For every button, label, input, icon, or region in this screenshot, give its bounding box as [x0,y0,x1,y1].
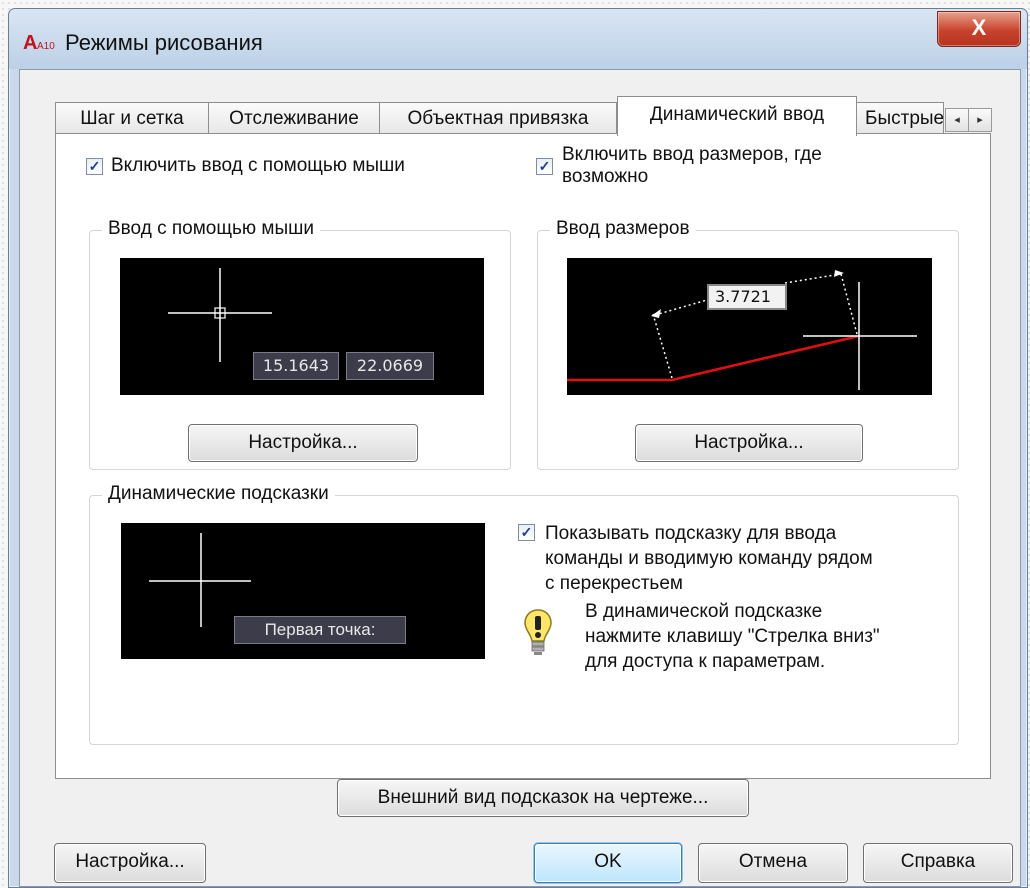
mouse-input-checkbox-label[interactable]: Включить ввод с помощью мыши [111,155,405,177]
hint-line3: для доступа к параметрам. [585,651,826,672]
svg-text:A: A [23,32,37,53]
dynamic-prompts-preview: Первая точка: [121,523,485,659]
lightbulb-info-icon [524,609,552,655]
app-icon-label: A10 [37,41,55,52]
mouse-input-preview: 15.1643 22.0669 [120,258,484,395]
autocad-app-icon: A A10 [23,32,55,53]
tab-tracking[interactable]: Отслеживание [208,102,380,134]
show-prompts-label-line2: команды и вводимую команду рядом [545,548,873,569]
tab-quick-properties[interactable]: Быстрые [856,102,944,134]
help-button[interactable]: Справка [863,843,1013,883]
tab-scroll-left-icon[interactable]: ◂ [945,108,969,132]
dynamic-prompts-group-title: Динамические подсказки [102,483,335,505]
tooltip-appearance-button[interactable]: Внешний вид подсказок на чертеже... [337,779,749,817]
dimension-input-checkbox[interactable]: ✓ [536,158,553,175]
show-prompts-label-line1: Показывать подсказку для ввода [545,523,837,544]
first-point-prompt: Первая точка: [234,616,406,644]
hint-line2: нажмите клавишу "Стрелка вниз" [585,626,880,647]
title-bar[interactable]: A A10 Режимы рисования X [9,9,1027,69]
dimension-input-group-title: Ввод размеров [550,218,696,240]
dimension-input-group: Ввод размеров 3.7721 Настройка... [537,218,959,470]
show-prompts-checkbox-label[interactable]: Показывать подсказку для ввода команды и… [545,521,873,596]
dimension-input-preview: 3.7721 [567,258,932,395]
mouse-input-group-title: Ввод с помощью мыши [102,218,320,240]
mouse-input-group: Ввод с помощью мыши 15.1643 22.0669 Наст… [89,218,511,470]
mouse-input-checkbox[interactable]: ✓ [86,158,103,175]
coordinate-x-field: 15.1643 [253,352,339,380]
window-title: Режимы рисования [65,30,263,55]
show-prompts-label-line3: с перекрестьем [545,573,683,594]
ok-button[interactable]: OK [534,843,682,883]
tab-dynamic-input[interactable]: Динамический ввод [617,96,857,136]
down-arrow-hint: В динамической подсказке нажмите клавишу… [585,599,880,674]
drafting-settings-button[interactable]: Настройка... [54,843,206,883]
dimension-input-label-line2: возможно [562,166,649,187]
close-button[interactable]: X [937,11,1021,47]
tab-scroll-right-icon[interactable]: ▸ [968,108,992,132]
drafting-settings-dialog: A A10 Режимы рисования X Шаг и сетка Отс… [8,8,1028,888]
dynamic-prompts-group: Динамические подсказки Первая точка: ✓ П… [89,483,959,745]
tab-object-snap[interactable]: Объектная привязка [379,102,617,134]
cancel-button[interactable]: Отмена [698,843,848,883]
dimension-input-settings-button[interactable]: Настройка... [635,424,863,462]
dimension-input-label-line1: Включить ввод размеров, где [562,144,822,165]
mouse-input-settings-button[interactable]: Настройка... [188,424,418,462]
hint-line1: В динамической подсказке [585,601,823,622]
dialog-client-area: Шаг и сетка Отслеживание Объектная привя… [19,69,1021,887]
close-icon[interactable]: X [972,15,987,40]
coordinate-y-field: 22.0669 [346,352,434,380]
tab-snap-grid[interactable]: Шаг и сетка [55,102,209,134]
dimension-input-checkbox-label[interactable]: Включить ввод размеров, где возможно [562,144,822,188]
dynamic-input-panel: ✓ Включить ввод с помощью мыши ✓ Включит… [55,133,991,817]
dimension-line-icon [567,270,917,390]
dimension-value-field: 3.7721 [707,284,787,310]
show-prompts-checkbox[interactable]: ✓ [518,524,535,541]
